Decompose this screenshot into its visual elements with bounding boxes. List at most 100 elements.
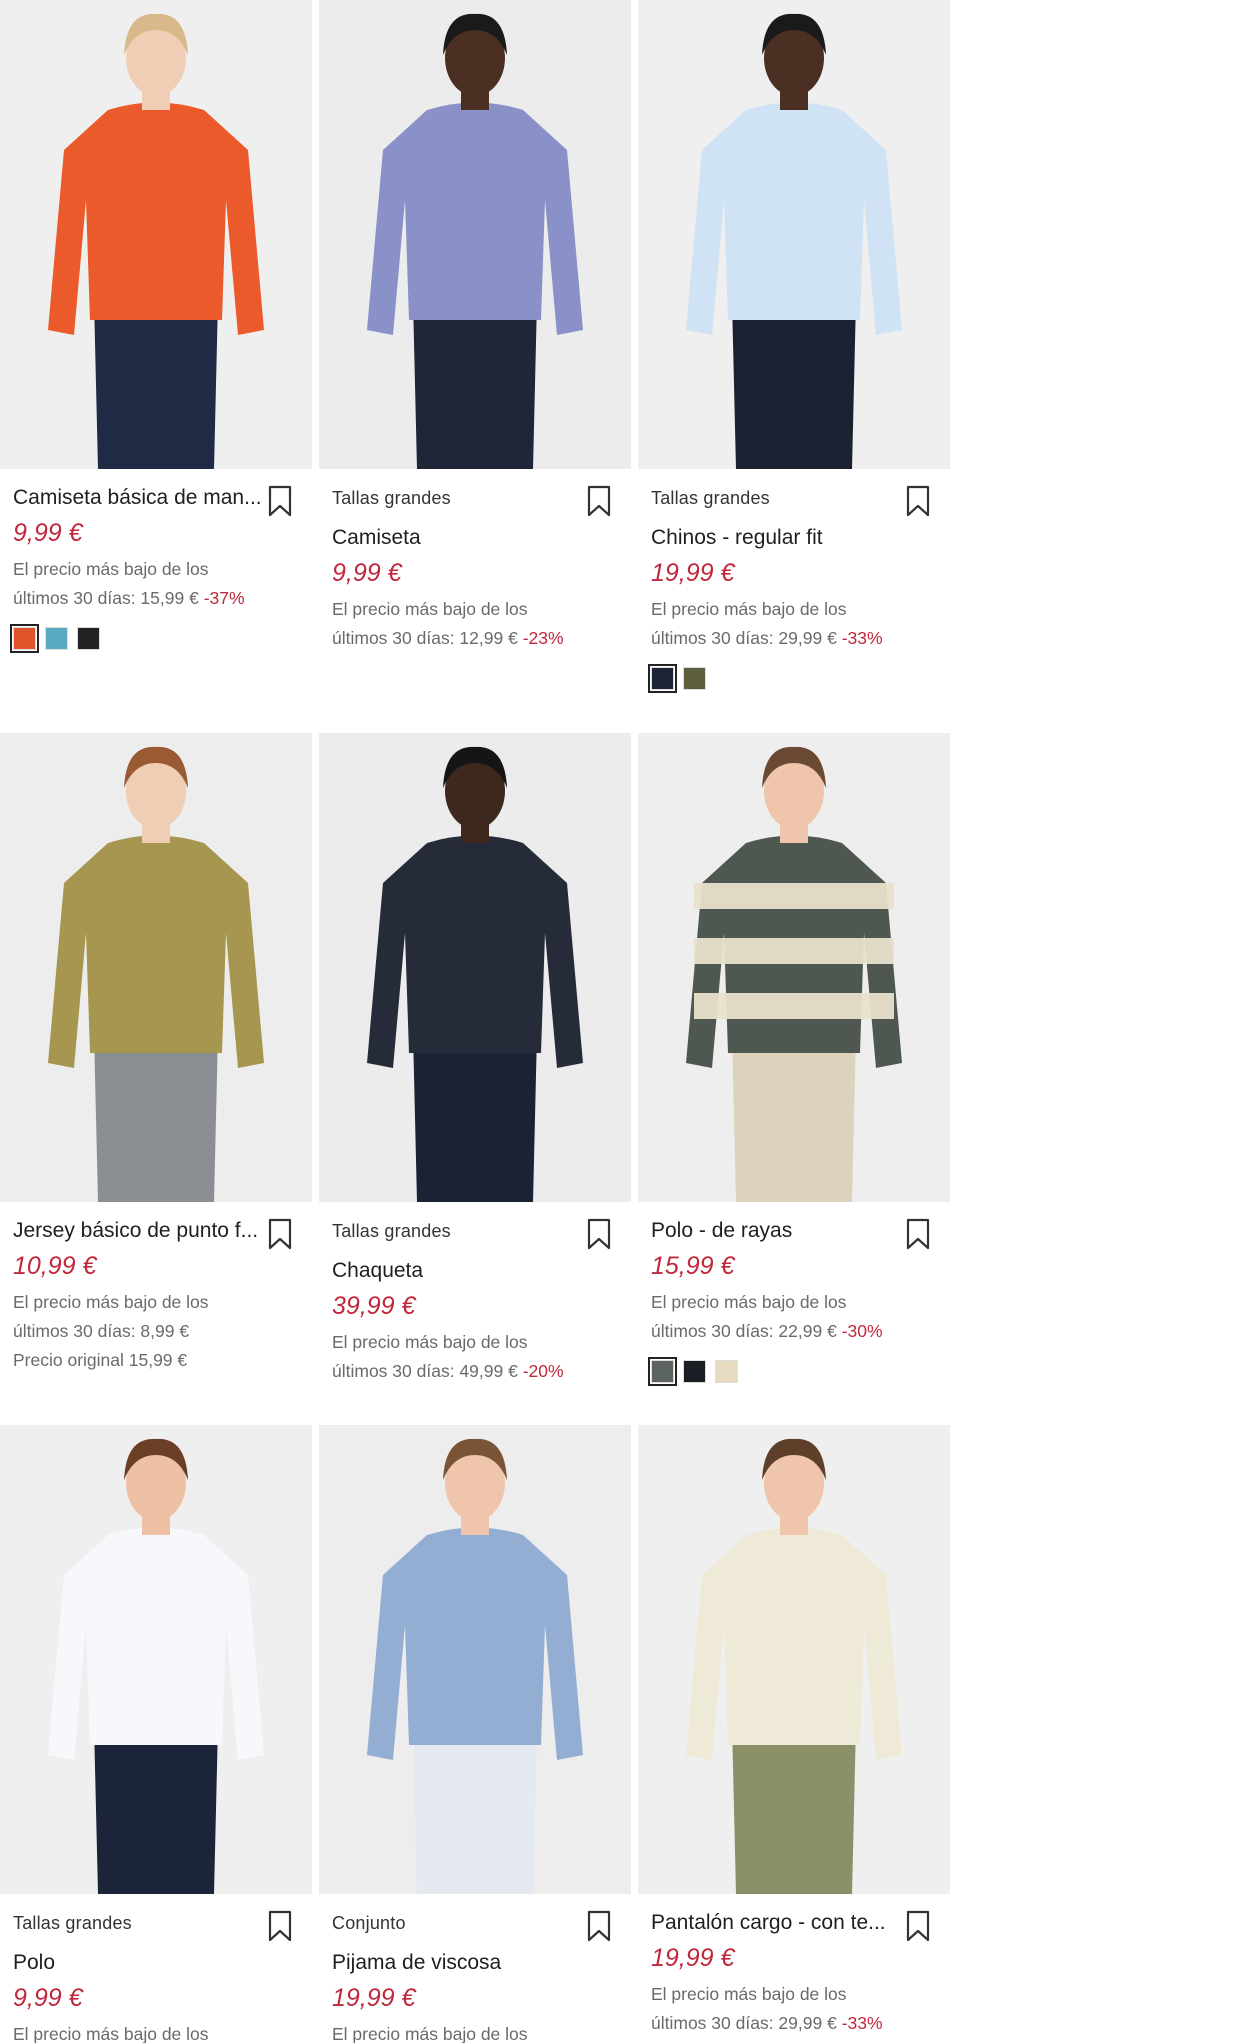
- color-swatches: [648, 1357, 738, 1386]
- bookmark-icon[interactable]: [268, 485, 292, 517]
- lowest-price-value: últimos 30 días: 49,99 €: [332, 1361, 518, 1381]
- lowest-price-note: El precio más bajo de los últimos 30 días…: [651, 595, 941, 653]
- product-price: 19,99 €: [332, 1984, 416, 2012]
- product-photo-figure: [0, 733, 312, 1202]
- product-photo-figure: [638, 1425, 950, 1894]
- bookmark-icon[interactable]: [906, 1910, 930, 1942]
- lowest-price-note-line: últimos 30 días: 49,99 € -20%: [332, 1357, 622, 1386]
- product-photo-figure: [319, 0, 631, 469]
- discount-badge: -33%: [841, 628, 883, 648]
- product-image[interactable]: [0, 733, 312, 1202]
- product-title[interactable]: Pijama de viscosa: [332, 1951, 584, 1975]
- product-title[interactable]: Polo - de rayas: [651, 1219, 903, 1243]
- bookmark-icon[interactable]: [587, 485, 611, 517]
- lowest-price-note-line: El precio más bajo de los: [13, 2024, 209, 2043]
- product-title[interactable]: Polo: [13, 1951, 265, 1975]
- lowest-price-note-line: El precio más bajo de los: [13, 1292, 209, 1312]
- product-tag: Tallas grandes: [13, 1913, 132, 1933]
- lowest-price-note-line: El precio más bajo de los: [332, 599, 528, 619]
- product-image[interactable]: [638, 733, 950, 1202]
- lowest-price-note: El precio más bajo de los últimos 30 días…: [651, 1980, 941, 2038]
- bookmark-icon[interactable]: [268, 1910, 292, 1942]
- lowest-price-note-line: El precio más bajo de los: [332, 2024, 528, 2043]
- color-swatch[interactable]: [45, 627, 68, 650]
- product-tag: Tallas grandes: [651, 488, 770, 508]
- lowest-price-note-line: El precio más bajo de los: [13, 559, 209, 579]
- product-title[interactable]: Chaqueta: [332, 1259, 584, 1283]
- lowest-price-note-line: últimos 30 días: 29,99 € -33%: [651, 2009, 941, 2038]
- product-price: 19,99 €: [651, 559, 735, 587]
- discount-badge: -23%: [522, 628, 564, 648]
- product-image[interactable]: [319, 733, 631, 1202]
- color-swatch[interactable]: [10, 624, 39, 653]
- product-image[interactable]: [0, 0, 312, 469]
- discount-badge: -33%: [841, 2013, 883, 2033]
- color-swatch[interactable]: [683, 667, 706, 690]
- product-card[interactable]: Pantalón cargo - con te... 19,99 € El prec…: [638, 1425, 950, 2043]
- product-image[interactable]: [319, 1425, 631, 1894]
- bookmark-icon[interactable]: [587, 1910, 611, 1942]
- lowest-price-value: últimos 30 días: 15,99 €: [13, 588, 199, 608]
- lowest-price-value: últimos 30 días: 29,99 €: [651, 2013, 837, 2033]
- color-swatch[interactable]: [648, 1357, 677, 1386]
- product-title[interactable]: Chinos - regular fit: [651, 526, 903, 550]
- color-swatch[interactable]: [77, 627, 100, 650]
- lowest-price-note: El precio más bajo de los: [332, 2020, 622, 2043]
- product-price: 10,99 €: [13, 1252, 97, 1280]
- product-title[interactable]: Jersey básico de punto f...: [13, 1219, 265, 1243]
- product-card[interactable]: Conjunto Pijama de viscosa 19,99 € El preci…: [319, 1425, 631, 2043]
- product-card[interactable]: Tallas grandes Polo 9,99 € El precio más ba…: [0, 1425, 312, 2043]
- original-price: Precio original 15,99 €: [13, 1350, 188, 1370]
- bookmark-icon[interactable]: [268, 1218, 292, 1250]
- lowest-price-note-line: El precio más bajo de los: [651, 1984, 847, 2004]
- product-title[interactable]: Camiseta básica de man...: [13, 486, 265, 510]
- lowest-price-note: El precio más bajo de los últimos 30 días…: [13, 1288, 303, 1375]
- product-title[interactable]: Pantalón cargo - con te...: [651, 1911, 903, 1935]
- product-card[interactable]: Tallas grandes Chinos - regular fit 19,99 …: [638, 0, 950, 700]
- discount-badge: -30%: [841, 1321, 883, 1341]
- bookmark-icon[interactable]: [906, 1218, 930, 1250]
- product-price: 15,99 €: [651, 1252, 735, 1280]
- lowest-price-note-line: últimos 30 días: 29,99 € -33%: [651, 624, 941, 653]
- color-swatch[interactable]: [683, 1360, 706, 1383]
- product-card[interactable]: Tallas grandes Camiseta 9,99 € El precio má…: [319, 0, 631, 700]
- product-photo-figure: [319, 733, 631, 1202]
- color-swatches: [648, 664, 706, 693]
- product-photo-figure: [319, 1425, 631, 1894]
- product-image[interactable]: [638, 0, 950, 469]
- lowest-price-value: últimos 30 días: 12,99 €: [332, 628, 518, 648]
- lowest-price-note: El precio más bajo de los: [13, 2020, 303, 2043]
- color-swatch[interactable]: [648, 664, 677, 693]
- product-tag: Conjunto: [332, 1913, 406, 1933]
- product-title[interactable]: Camiseta: [332, 526, 584, 550]
- product-image[interactable]: [319, 0, 631, 469]
- lowest-price-note: El precio más bajo de los últimos 30 días…: [651, 1288, 941, 1346]
- product-image[interactable]: [638, 1425, 950, 1894]
- lowest-price-note-line: últimos 30 días: 22,99 € -30%: [651, 1317, 941, 1346]
- product-image[interactable]: [0, 1425, 312, 1894]
- product-tag: Tallas grandes: [332, 1221, 451, 1241]
- product-price: 19,99 €: [651, 1944, 735, 1972]
- product-price: 39,99 €: [332, 1292, 416, 1320]
- product-photo-figure: [0, 0, 312, 469]
- lowest-price-value: últimos 30 días: 8,99 €: [13, 1321, 190, 1341]
- product-photo-figure: [638, 0, 950, 469]
- product-photo-figure: [0, 1425, 312, 1894]
- lowest-price-note-line: últimos 30 días: 12,99 € -23%: [332, 624, 622, 653]
- bookmark-icon[interactable]: [906, 485, 930, 517]
- bookmark-icon[interactable]: [587, 1218, 611, 1250]
- product-card[interactable]: Jersey básico de punto f... 10,99 € El pre…: [0, 733, 312, 1433]
- lowest-price-note-line: últimos 30 días: 15,99 € -37%: [13, 584, 303, 613]
- lowest-price-note-line: últimos 30 días: 8,99 €: [13, 1317, 303, 1346]
- discount-badge: -37%: [203, 588, 245, 608]
- product-card[interactable]: Tallas grandes Chaqueta 39,99 € El precio m…: [319, 733, 631, 1433]
- product-card[interactable]: Camiseta básica de man... 9,99 € El precio…: [0, 0, 312, 700]
- lowest-price-value: últimos 30 días: 29,99 €: [651, 628, 837, 648]
- lowest-price-note: El precio más bajo de los últimos 30 días…: [332, 1328, 622, 1386]
- lowest-price-note-line: El precio más bajo de los: [651, 1292, 847, 1312]
- product-price: 9,99 €: [332, 559, 402, 587]
- color-swatch[interactable]: [715, 1360, 738, 1383]
- product-photo-figure: [638, 733, 950, 1202]
- product-card[interactable]: Polo - de rayas 15,99 € El precio más bajo…: [638, 733, 950, 1433]
- lowest-price-value: últimos 30 días: 22,99 €: [651, 1321, 837, 1341]
